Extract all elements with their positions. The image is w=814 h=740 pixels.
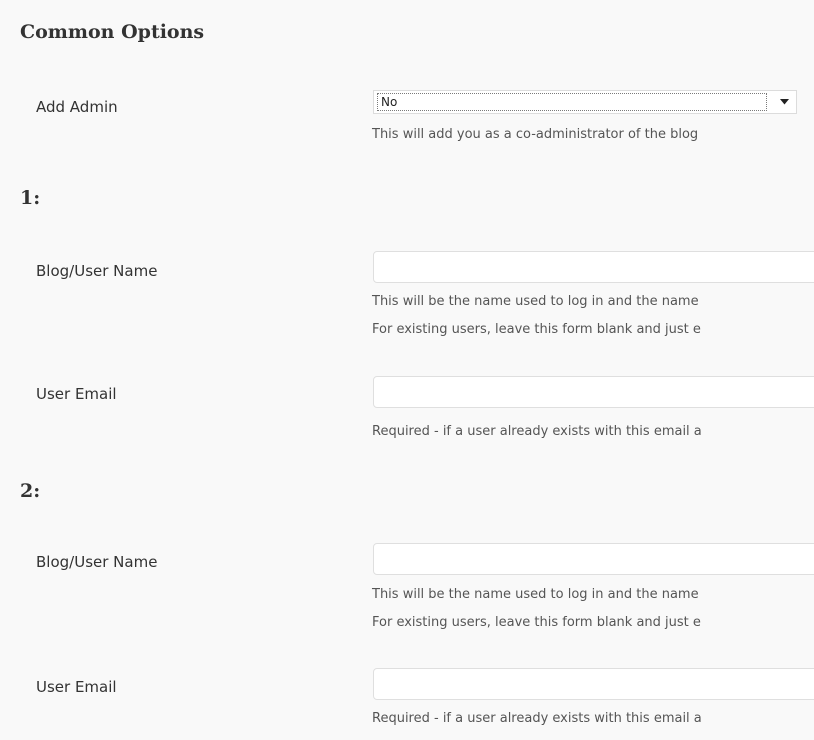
blog-1-user-name-note: For existing users, leave this form blan…: [372, 322, 701, 337]
blog-2-user-email-label: User Email: [36, 678, 117, 696]
chevron-down-icon[interactable]: [776, 94, 792, 110]
blog-1-user-email-description: Required - if a user already exists with…: [372, 424, 702, 439]
blog-2-user-name-label: Blog/User Name: [36, 553, 158, 571]
blog-1-user-name-description: This will be the name used to log in and…: [372, 294, 699, 309]
blog-2-user-name-input[interactable]: [373, 543, 814, 575]
blog-1-user-name-input[interactable]: [373, 251, 814, 283]
blog-2-user-name-description: This will be the name used to log in and…: [372, 587, 699, 602]
blog-1-heading: 1:: [20, 187, 41, 209]
blog-2-user-email-input[interactable]: [373, 668, 814, 700]
add-admin-label: Add Admin: [36, 98, 118, 116]
add-admin-selected-value: No: [377, 93, 767, 111]
blog-2-user-name-note: For existing users, leave this form blan…: [372, 615, 701, 630]
blog-2-user-email-description: Required - if a user already exists with…: [372, 711, 702, 726]
blog-1-user-email-input[interactable]: [373, 376, 814, 408]
blog-2-heading: 2:: [20, 480, 41, 502]
blog-1-user-email-label: User Email: [36, 385, 117, 403]
blog-1-user-name-label: Blog/User Name: [36, 262, 158, 280]
common-options-heading: Common Options: [20, 21, 205, 43]
add-admin-select[interactable]: No: [373, 90, 797, 114]
add-admin-description: This will add you as a co-administrator …: [372, 127, 699, 142]
